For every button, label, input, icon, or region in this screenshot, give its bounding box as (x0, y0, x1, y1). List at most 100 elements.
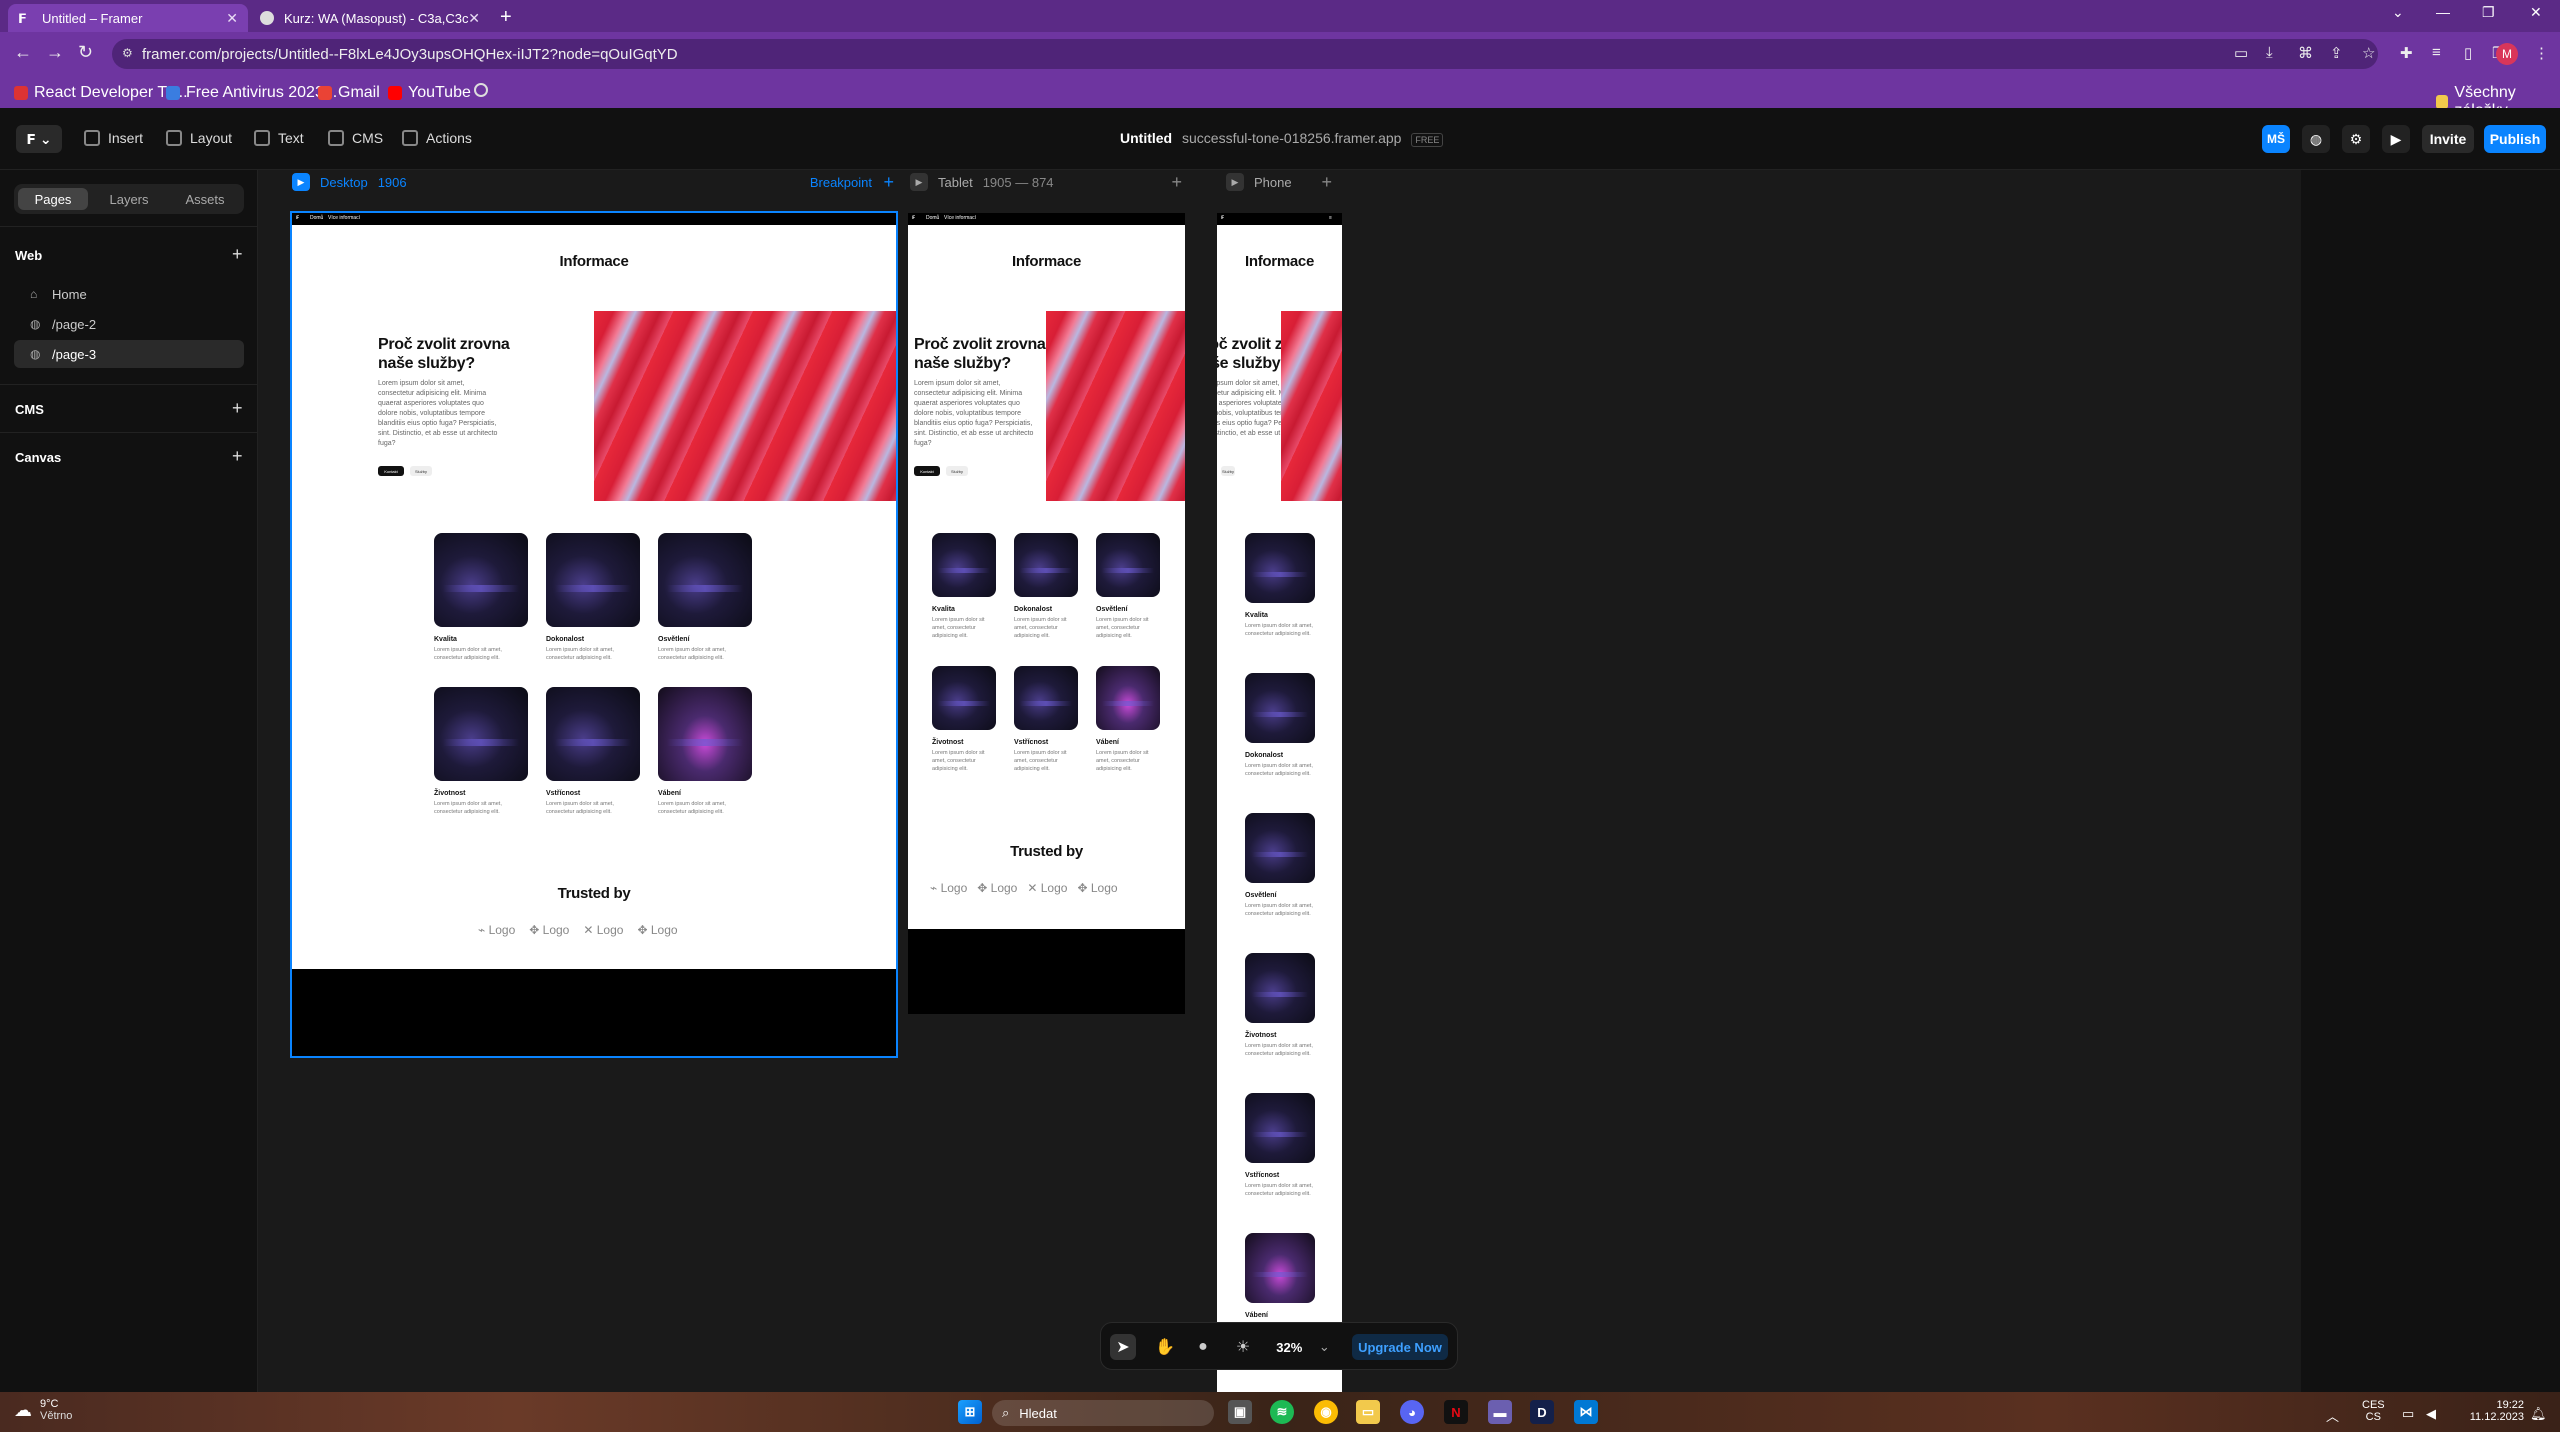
add-breakpoint-icon[interactable]: + (1171, 172, 1182, 193)
site-info-icon[interactable]: ⚙ (122, 46, 133, 60)
volume-icon[interactable]: ◀ (2426, 1406, 2436, 1422)
text-button[interactable]: Text (254, 130, 304, 146)
layout-button[interactable]: Layout (166, 130, 232, 146)
page-label: Home (52, 286, 87, 302)
hamburger-menu-icon[interactable]: ≡ (1329, 215, 1332, 221)
share-icon[interactable]: ⇪ (2330, 44, 2343, 62)
publish-button[interactable]: Publish (2484, 125, 2546, 153)
taskbar-search[interactable]: ⌕ Hledat (992, 1400, 1214, 1426)
close-tab-icon[interactable]: ✕ (226, 10, 238, 27)
tray-chevron-icon[interactable]: ︿ (2326, 1406, 2339, 1425)
comment-icon[interactable]: ● (1190, 1334, 1216, 1360)
contact-button[interactable]: Kontakt (378, 466, 404, 476)
disney-plus-icon[interactable]: D (1530, 1400, 1554, 1424)
reload-button[interactable]: ↻ (78, 42, 93, 63)
new-tab-button[interactable]: + (500, 6, 512, 29)
close-window-button[interactable]: ✕ (2530, 4, 2542, 21)
windows-start-icon[interactable]: ⊞ (958, 1400, 982, 1424)
services-button[interactable]: Služby (1221, 466, 1235, 476)
app-icon[interactable]: ▬ (1488, 1400, 1512, 1424)
select-cursor-icon[interactable]: ➤ (1110, 1334, 1136, 1360)
add-page-button[interactable]: + (232, 244, 243, 265)
actions-button[interactable]: Actions (402, 130, 472, 146)
upgrade-now-button[interactable]: Upgrade Now (1352, 1334, 1448, 1360)
chrome-icon[interactable]: ◉ (1314, 1400, 1338, 1424)
notifications-icon[interactable]: 🔔︎ (2530, 1406, 2547, 1422)
contact-button[interactable]: Kontakt (914, 466, 940, 476)
menu-icon[interactable]: ⋮ (2534, 44, 2549, 62)
clock[interactable]: 19:22 11.12.2023 (2454, 1399, 2524, 1423)
framer-menu-button[interactable]: 𝗙 ⌄ (16, 125, 62, 153)
weather-widget[interactable]: ☁ 9°C Větrno (14, 1398, 72, 1422)
translate-icon[interactable]: ⌘ (2298, 44, 2313, 62)
page-item-page-3[interactable]: ◍ /page-3 (14, 340, 244, 368)
vscode-icon[interactable]: ⋈ (1574, 1400, 1598, 1424)
page-item-home[interactable]: ⌂ Home (14, 280, 244, 308)
tablet-breakpoint-label[interactable]: ▶ Tablet 1905 — 874 + (910, 172, 1184, 192)
extensions-icon[interactable]: ✚ (2400, 44, 2413, 62)
nav-link-more[interactable]: Více informací (328, 215, 360, 221)
services-button[interactable]: Služby (410, 466, 432, 476)
tab-layers[interactable]: Layers (94, 188, 164, 210)
minimize-button[interactable]: — (2436, 4, 2450, 20)
restore-button[interactable]: ❐ (2482, 4, 2495, 21)
play-icon[interactable]: ▶ (910, 173, 928, 191)
globe-icon[interactable]: ◍ (2302, 125, 2330, 153)
page-item-page-2[interactable]: ◍ /page-2 (14, 310, 244, 338)
spotify-icon[interactable]: ≋ (1270, 1400, 1294, 1424)
bookmark-antivirus[interactable]: Free Antivirus 2023... (166, 84, 337, 102)
services-button[interactable]: Služby (946, 466, 968, 476)
tab-assets[interactable]: Assets (170, 188, 240, 210)
sidebar-icon[interactable]: ▯ (2464, 44, 2472, 62)
discord-icon[interactable]: ◕ (1400, 1400, 1424, 1424)
language-indicator[interactable]: CES CS (2362, 1399, 2385, 1423)
nav-link-more[interactable]: Více informací (944, 215, 976, 221)
add-breakpoint-icon[interactable]: + (1321, 172, 1332, 193)
network-icon[interactable]: ▭ (2402, 1406, 2414, 1422)
phone-breakpoint-label[interactable]: ▶ Phone + (1226, 172, 1334, 192)
close-tab-icon[interactable]: ✕ (468, 10, 480, 27)
add-cms-button[interactable]: + (232, 398, 243, 419)
file-explorer-icon[interactable]: ▭ (1356, 1400, 1380, 1424)
globe-icon[interactable] (474, 83, 488, 97)
card-image (546, 533, 640, 627)
back-button[interactable]: ← (14, 42, 32, 63)
bookmark-star-icon[interactable]: ☆ (2362, 44, 2375, 62)
tablet-frame[interactable]: 𝗙 Domů Více informací Informace Proč zvo… (908, 213, 1185, 1014)
preview-play-icon[interactable]: ▶ (2382, 125, 2410, 153)
theme-sun-icon[interactable]: ☀ (1230, 1334, 1256, 1360)
profile-avatar[interactable]: M (2496, 43, 2518, 65)
hand-pan-icon[interactable]: ✋ (1152, 1334, 1178, 1360)
tab-pages[interactable]: Pages (18, 188, 88, 210)
add-breakpoint-label[interactable]: Breakpoint (810, 175, 872, 190)
user-avatar[interactable]: MŠ (2262, 125, 2290, 153)
bookmark-react[interactable]: React Developer To... (14, 84, 188, 102)
nav-link-home[interactable]: Domů (310, 215, 323, 221)
bookmark-gmail[interactable]: Gmail (318, 84, 380, 102)
add-canvas-button[interactable]: + (232, 446, 243, 467)
bookmark-youtube[interactable]: YouTube (388, 84, 471, 102)
play-icon[interactable]: ▶ (292, 173, 310, 191)
desktop-frame[interactable]: 𝗙 Domů Více informací Informace Proč zvo… (290, 211, 898, 1058)
nav-link-home[interactable]: Domů (926, 215, 939, 221)
phone-frame[interactable]: 𝗙 ≡ Informace Proč zvolit zrovna naše sl… (1217, 213, 1342, 1392)
media-icon[interactable]: ≡ (2432, 44, 2441, 61)
forward-button[interactable]: → (46, 42, 64, 63)
browser-tab-framer[interactable]: 𝗙 Untitled – Framer ✕ (8, 4, 248, 32)
settings-gear-icon[interactable]: ⚙ (2342, 125, 2370, 153)
zoom-dropdown[interactable]: 32% ⌄ (1268, 1334, 1338, 1360)
browser-tab-kurz[interactable]: Kurz: WA (Masopust) - C3a,C3c ✕ (250, 4, 490, 32)
add-breakpoint-icon[interactable]: + (883, 172, 894, 193)
task-view-icon[interactable]: ▣ (1228, 1400, 1252, 1424)
tab-search-icon[interactable]: ⌄ (2392, 4, 2404, 21)
invite-button[interactable]: Invite (2422, 125, 2474, 153)
url-input[interactable]: framer.com/projects/Untitled--F8lxLe4JOy… (112, 39, 2378, 69)
desktop-breakpoint-label[interactable]: ▶ Desktop 1906 Breakpoint + (292, 172, 896, 192)
netflix-icon[interactable]: N (1444, 1400, 1468, 1424)
project-title[interactable]: Untitled successful-tone-018256.framer.a… (1120, 130, 1444, 147)
insert-button[interactable]: Insert (84, 130, 143, 146)
cast-icon[interactable]: ▭ (2234, 44, 2248, 62)
cms-button[interactable]: CMS (328, 130, 383, 146)
play-icon[interactable]: ▶ (1226, 173, 1244, 191)
download-icon[interactable]: ⤓ (2266, 44, 2273, 61)
